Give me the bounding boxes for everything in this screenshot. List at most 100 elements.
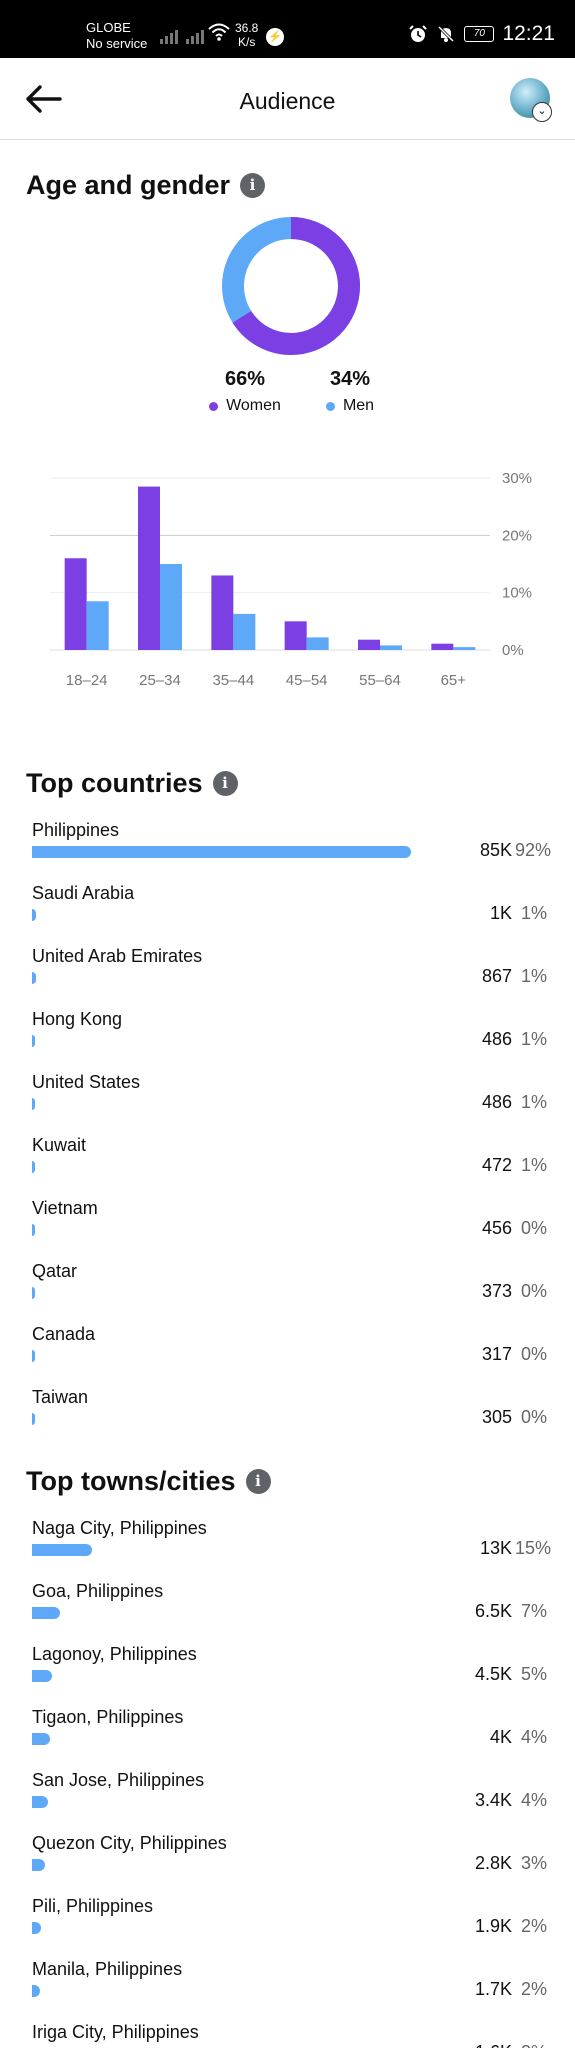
men-stat: 34% Men: [310, 368, 390, 415]
city-value: 3.4K: [474, 1790, 512, 1810]
bar-women: [64, 558, 87, 650]
city-name: Naga City, Philippines: [32, 1518, 207, 1538]
city-percent: 15%: [515, 1538, 552, 1558]
country-bar-fill: [32, 1098, 35, 1110]
country-percent: 1%: [520, 1092, 547, 1112]
country-value: 456: [481, 1218, 512, 1238]
status-right: 70 12:21: [408, 22, 555, 46]
country-bar-track: [32, 1287, 35, 1299]
women-percent: 66%: [224, 368, 266, 390]
country-value: 317: [481, 1344, 512, 1364]
city-value: 4K: [489, 1727, 512, 1747]
country-value: 486: [481, 1029, 512, 1049]
city-value: 1.7K: [474, 1979, 512, 1999]
chevron-down-icon[interactable]: ⌄: [532, 102, 552, 122]
speed-value: 36.8: [235, 21, 259, 35]
alarm-icon: [409, 25, 428, 42]
country-bar-fill: [32, 846, 412, 858]
city-name: Iriga City, Philippines: [32, 2022, 199, 2042]
info-icon[interactable]: i: [240, 173, 266, 198]
city-percent: 2%: [520, 1979, 547, 1999]
speed-unit: K/s: [238, 35, 256, 49]
country-bar-track: [32, 972, 36, 984]
bar-women: [431, 643, 454, 650]
x-tick-label: 18–24: [66, 672, 108, 689]
city-name: Quezon City, Philippines: [32, 1833, 227, 1853]
mute-icon: [438, 25, 455, 43]
country-name: Hong Kong: [32, 1009, 123, 1029]
country-percent: 0%: [520, 1344, 547, 1364]
country-bar-fill: [32, 972, 36, 984]
city-bar-fill: [32, 1607, 60, 1619]
info-icon[interactable]: i: [212, 771, 238, 796]
age-gender-title: Age and gender: [26, 170, 231, 200]
country-value: 373: [481, 1281, 512, 1301]
city-bar-track: [32, 1796, 48, 1808]
country-value: 486: [481, 1092, 512, 1112]
city-percent: 2%: [515, 2042, 547, 2048]
list-item: Hong Kong 486 1%: [0, 1009, 575, 1069]
bar-women: [138, 486, 160, 650]
list-item: Iriga City, Philippines 1.6K2%: [0, 2022, 575, 2048]
service-status: No service: [86, 36, 148, 51]
country-bar-track: [32, 1098, 35, 1110]
list-item: Vietnam 456 0%: [0, 1198, 575, 1258]
city-name: Tigaon, Philippines: [32, 1707, 184, 1727]
x-tick-label: 45–54: [286, 672, 328, 689]
signal-icon: [160, 26, 204, 44]
country-value: 472: [481, 1155, 512, 1175]
city-value: 6.5K: [474, 1601, 512, 1621]
city-bar-track: [32, 1985, 40, 1997]
city-name: Goa, Philippines: [32, 1581, 164, 1601]
age-bar-chart: 30% 20% 10% 0% 18–24 25–34 35–44 45–54 55–64 65+: [50, 470, 532, 689]
city-bar-fill: [32, 1544, 92, 1556]
city-bar-fill: [32, 1733, 50, 1745]
city-percent: 3%: [520, 1853, 547, 1873]
women-stat: 66% Women: [205, 368, 285, 415]
women-label: Women: [226, 397, 281, 414]
country-bar-fill: [32, 1287, 35, 1299]
city-bar-track: [32, 1670, 52, 1682]
city-percent: 5%: [520, 1664, 547, 1684]
country-value: 85K: [479, 840, 512, 860]
country-name: Philippines: [32, 820, 120, 840]
country-percent: 1%: [520, 903, 547, 923]
list-item: Tigaon, Philippines 4K 4%: [0, 1707, 575, 1767]
y-tick-label: 0%: [502, 642, 524, 659]
men-label: Men: [342, 397, 375, 414]
city-bar-fill: [32, 1922, 41, 1934]
list-item: San Jose, Philippines 3.4K 4%: [0, 1770, 575, 1830]
city-bar-track: [32, 1607, 60, 1619]
bar-women: [284, 621, 307, 650]
country-name: Vietnam: [32, 1198, 98, 1218]
country-bar-track: [32, 1161, 35, 1173]
status-bar: GLOBE No service 36.8 K/s ⚡ 70 12:21: [0, 0, 575, 58]
country-bar-track: [32, 846, 412, 858]
country-name: Qatar: [32, 1261, 78, 1281]
city-bar-track: [32, 1733, 50, 1745]
info-icon[interactable]: i: [245, 1469, 271, 1494]
bar-men: [306, 637, 329, 650]
men-percent: 34%: [329, 368, 371, 390]
bar-men: [453, 647, 476, 650]
city-bar-fill: [32, 1796, 48, 1808]
country-percent: 1%: [520, 1155, 547, 1175]
country-bar-fill: [32, 1161, 35, 1173]
gender-donut-chart: [222, 217, 360, 355]
list-item: Philippines 85K 92%: [0, 820, 575, 880]
country-bar-fill: [32, 1224, 35, 1236]
network-speed: 36.8 K/s: [235, 21, 258, 49]
country-bar-track: [32, 1350, 35, 1362]
country-value: 305: [481, 1407, 512, 1427]
city-value: 13K: [479, 1538, 512, 1558]
top-cities-heading: Top towns/cities i: [26, 1466, 271, 1497]
top-cities-title: Top towns/cities: [26, 1466, 236, 1496]
city-value: 2.8K: [474, 1853, 512, 1873]
city-percent: 4%: [520, 1727, 547, 1747]
list-item: Saudi Arabia 1K 1%: [0, 883, 575, 943]
country-percent: 0%: [520, 1218, 547, 1238]
y-tick-label: 20%: [502, 527, 532, 544]
age-gender-heading: Age and gender i: [26, 170, 266, 201]
city-percent: 2%: [520, 1916, 547, 1936]
city-value: 4.5K: [474, 1664, 512, 1684]
